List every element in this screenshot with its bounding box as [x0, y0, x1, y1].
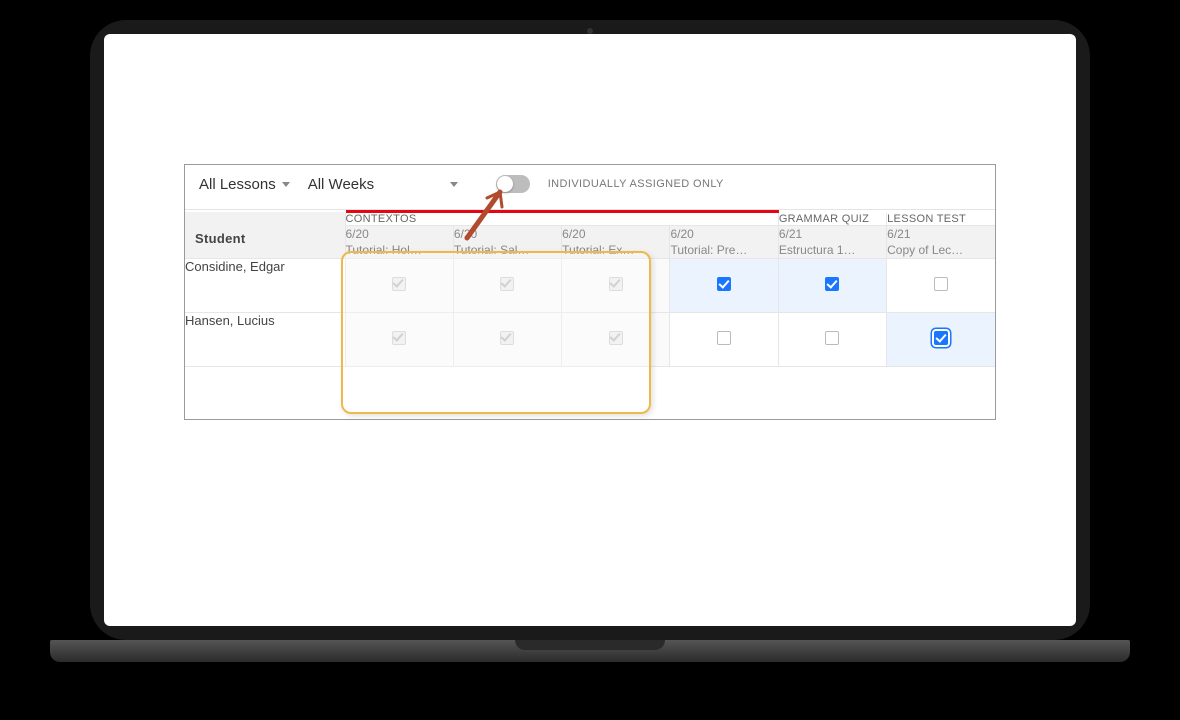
assign-cell[interactable] [778, 313, 886, 367]
assign-cell[interactable] [778, 259, 886, 313]
assign-cell[interactable] [453, 259, 561, 313]
filter-bar: All Lessons All Weeks INDIVIDUALLY ASSIG… [185, 165, 995, 210]
student-name[interactable]: Considine, Edgar [185, 259, 345, 313]
activity-date: 6/20 [562, 226, 669, 242]
assign-cell[interactable] [562, 313, 670, 367]
activity-header[interactable]: 6/21 Copy of Lec… [887, 226, 995, 259]
weeks-dropdown-label: All Weeks [308, 176, 374, 193]
checkbox-icon [392, 331, 406, 345]
activity-date: 6/21 [887, 226, 995, 242]
student-name[interactable]: Hansen, Lucius [185, 313, 345, 367]
toggle-label: INDIVIDUALLY ASSIGNED ONLY [548, 178, 724, 190]
checkbox-icon [392, 277, 406, 291]
table-row: Hansen, Lucius [185, 313, 995, 367]
individually-assigned-toggle[interactable] [496, 175, 530, 193]
activity-date: 6/20 [346, 226, 453, 242]
activity-title: Tutorial: Pre… [670, 242, 777, 258]
caret-down-icon [282, 182, 290, 187]
assignments-panel: All Lessons All Weeks INDIVIDUALLY ASSIG… [184, 164, 996, 420]
activity-date: 6/20 [670, 226, 777, 242]
checkbox-icon [500, 277, 514, 291]
laptop-shadow [80, 662, 1100, 692]
table-row: Considine, Edgar [185, 259, 995, 313]
activity-header[interactable]: 6/20 Tutorial: Sal… [453, 226, 561, 259]
section-row: Student CONTEXTOS GRAMMAR QUIZ LESSON TE… [185, 212, 995, 226]
activity-header[interactable]: 6/20 Tutorial: Pre… [670, 226, 778, 259]
activity-title: Tutorial: Sal… [454, 242, 561, 258]
checkbox-icon [500, 331, 514, 345]
checkbox-icon [825, 331, 839, 345]
laptop-notch [515, 640, 665, 650]
checkbox-icon [934, 277, 948, 291]
activity-header[interactable]: 6/21 Estructura 1… [778, 226, 886, 259]
checkbox-icon [717, 331, 731, 345]
activity-title: Tutorial: Hol… [346, 242, 453, 258]
activity-title: Tutorial: Ex… [562, 242, 669, 258]
assign-cell[interactable] [345, 313, 453, 367]
assign-cell[interactable] [345, 259, 453, 313]
section-grammar-quiz: GRAMMAR QUIZ [778, 212, 886, 226]
toggle-knob [497, 176, 513, 192]
assign-cell[interactable] [670, 313, 778, 367]
activity-date: 6/21 [779, 226, 886, 242]
checkbox-icon [825, 277, 839, 291]
assign-cell[interactable] [887, 259, 995, 313]
activity-date: 6/20 [454, 226, 561, 242]
checkbox-icon [609, 331, 623, 345]
assign-cell[interactable] [562, 259, 670, 313]
activity-header[interactable]: 6/20 Tutorial: Ex… [562, 226, 670, 259]
lessons-dropdown-label: All Lessons [199, 176, 276, 193]
screen: All Lessons All Weeks INDIVIDUALLY ASSIG… [104, 34, 1076, 626]
lessons-dropdown[interactable]: All Lessons [199, 176, 290, 193]
assign-cell[interactable] [670, 259, 778, 313]
activity-title: Estructura 1… [779, 242, 886, 258]
assign-cell[interactable] [453, 313, 561, 367]
checkbox-icon [609, 277, 623, 291]
checkbox-icon [717, 277, 731, 291]
checkbox-icon [934, 331, 948, 345]
weeks-dropdown[interactable]: All Weeks [308, 176, 458, 193]
caret-down-icon [450, 182, 458, 187]
section-lesson-test: LESSON TEST [887, 212, 995, 226]
laptop-frame: All Lessons All Weeks INDIVIDUALLY ASSIG… [90, 20, 1090, 640]
assignments-table: Student CONTEXTOS GRAMMAR QUIZ LESSON TE… [185, 210, 995, 367]
activity-header[interactable]: 6/20 Tutorial: Hol… [345, 226, 453, 259]
section-contextos: CONTEXTOS [345, 212, 778, 226]
student-column-header: Student [185, 212, 345, 259]
activity-title: Copy of Lec… [887, 242, 995, 258]
assign-cell[interactable] [887, 313, 995, 367]
